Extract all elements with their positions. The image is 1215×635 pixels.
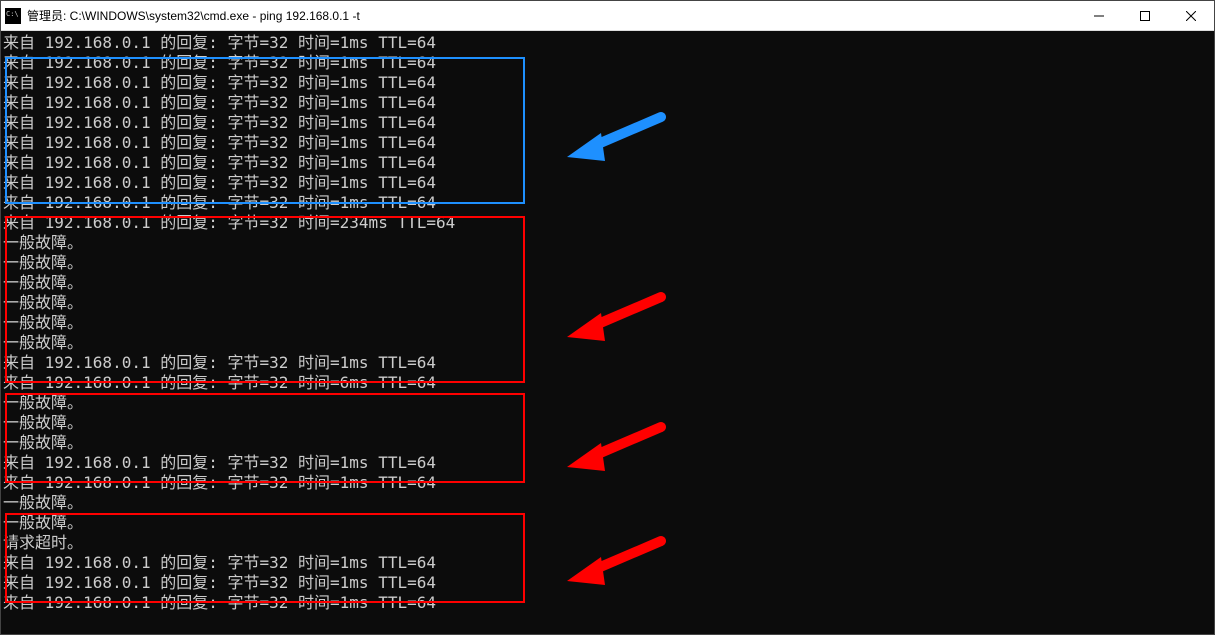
arrow-icon xyxy=(561,419,671,479)
cmd-icon xyxy=(5,8,21,24)
window-controls xyxy=(1076,1,1214,30)
maximize-icon xyxy=(1140,11,1150,21)
close-icon xyxy=(1186,11,1196,21)
cmd-window: 管理员: C:\WINDOWS\system32\cmd.exe - ping … xyxy=(0,0,1215,635)
arrow-icon xyxy=(561,289,671,349)
minimize-button[interactable] xyxy=(1076,1,1122,30)
window-title: 管理员: C:\WINDOWS\system32\cmd.exe - ping … xyxy=(27,7,1076,24)
annotation-box xyxy=(5,216,525,383)
console-output[interactable]: 来自 192.168.0.1 的回复: 字节=32 时间=1ms TTL=64来… xyxy=(1,31,1214,634)
console-line: 一般故障。 xyxy=(3,493,1214,513)
annotation-arrow xyxy=(561,289,671,349)
console-line: 来自 192.168.0.1 的回复: 字节=32 时间=1ms TTL=64 xyxy=(3,33,1214,53)
titlebar[interactable]: 管理员: C:\WINDOWS\system32\cmd.exe - ping … xyxy=(1,1,1214,31)
arrow-icon xyxy=(561,533,671,593)
arrow-icon xyxy=(561,109,671,169)
minimize-icon xyxy=(1094,11,1104,21)
close-button[interactable] xyxy=(1168,1,1214,30)
annotation-arrow xyxy=(561,533,671,593)
annotation-arrow xyxy=(561,109,671,169)
maximize-button[interactable] xyxy=(1122,1,1168,30)
annotation-box xyxy=(5,393,525,483)
annotation-box xyxy=(5,57,525,204)
annotation-arrow xyxy=(561,419,671,479)
annotation-box xyxy=(5,513,525,603)
